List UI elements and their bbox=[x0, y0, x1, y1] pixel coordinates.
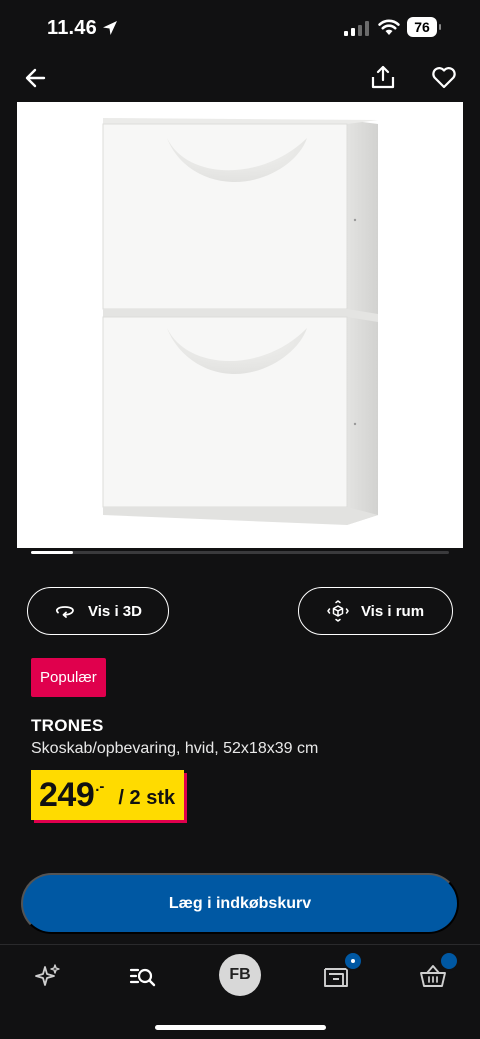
search-list-icon[interactable] bbox=[128, 961, 158, 991]
share-icon[interactable] bbox=[369, 63, 397, 91]
status-time: 11.46 bbox=[47, 17, 97, 39]
add-to-cart-button[interactable]: Læg i indkøbskurv bbox=[21, 873, 459, 934]
view-in-room-button[interactable]: Vis i rum bbox=[298, 587, 453, 635]
product-description: Skoskab/opbevaring, hvid, 52x18x39 cm bbox=[31, 740, 319, 757]
wifi-icon bbox=[378, 19, 400, 35]
popular-badge: Populær bbox=[31, 658, 106, 697]
product-name: TRONES bbox=[31, 716, 104, 735]
cellular-signal-icon bbox=[344, 21, 369, 36]
rotate-3d-icon bbox=[55, 606, 74, 618]
price-tag: 249 .- / 2 stk bbox=[31, 770, 185, 820]
gallery-progress-fill bbox=[31, 551, 73, 554]
status-bar: 11.46 76 bbox=[0, 0, 480, 56]
product-image[interactable] bbox=[17, 102, 463, 548]
battery-indicator: 76 bbox=[407, 17, 441, 37]
view-in-3d-label: Vis i 3D bbox=[88, 602, 142, 620]
sparkle-icon[interactable] bbox=[33, 961, 63, 991]
price-suffix: .- bbox=[95, 778, 105, 795]
price-value: 249 bbox=[39, 775, 95, 814]
shoe-cabinet-illustration bbox=[102, 118, 378, 525]
price-unit: / 2 stk bbox=[118, 786, 176, 809]
view-in-room-label: Vis i rum bbox=[360, 602, 425, 620]
add-to-cart-label: Læg i indkøbskurv bbox=[168, 894, 312, 912]
image-gallery-progress bbox=[31, 551, 449, 554]
view-in-3d-button[interactable]: Vis i 3D bbox=[27, 587, 169, 635]
basket-notification-dot bbox=[439, 951, 459, 971]
bottom-navigation: FB bbox=[0, 944, 480, 1039]
location-arrow-icon bbox=[103, 21, 117, 35]
augmented-reality-icon bbox=[327, 600, 349, 622]
store-notification-dot bbox=[343, 951, 363, 971]
account-avatar[interactable]: FB bbox=[219, 954, 261, 996]
back-arrow-icon[interactable] bbox=[22, 64, 50, 92]
home-indicator bbox=[155, 1025, 326, 1030]
top-navigation bbox=[0, 58, 480, 98]
heart-icon[interactable] bbox=[430, 63, 458, 91]
